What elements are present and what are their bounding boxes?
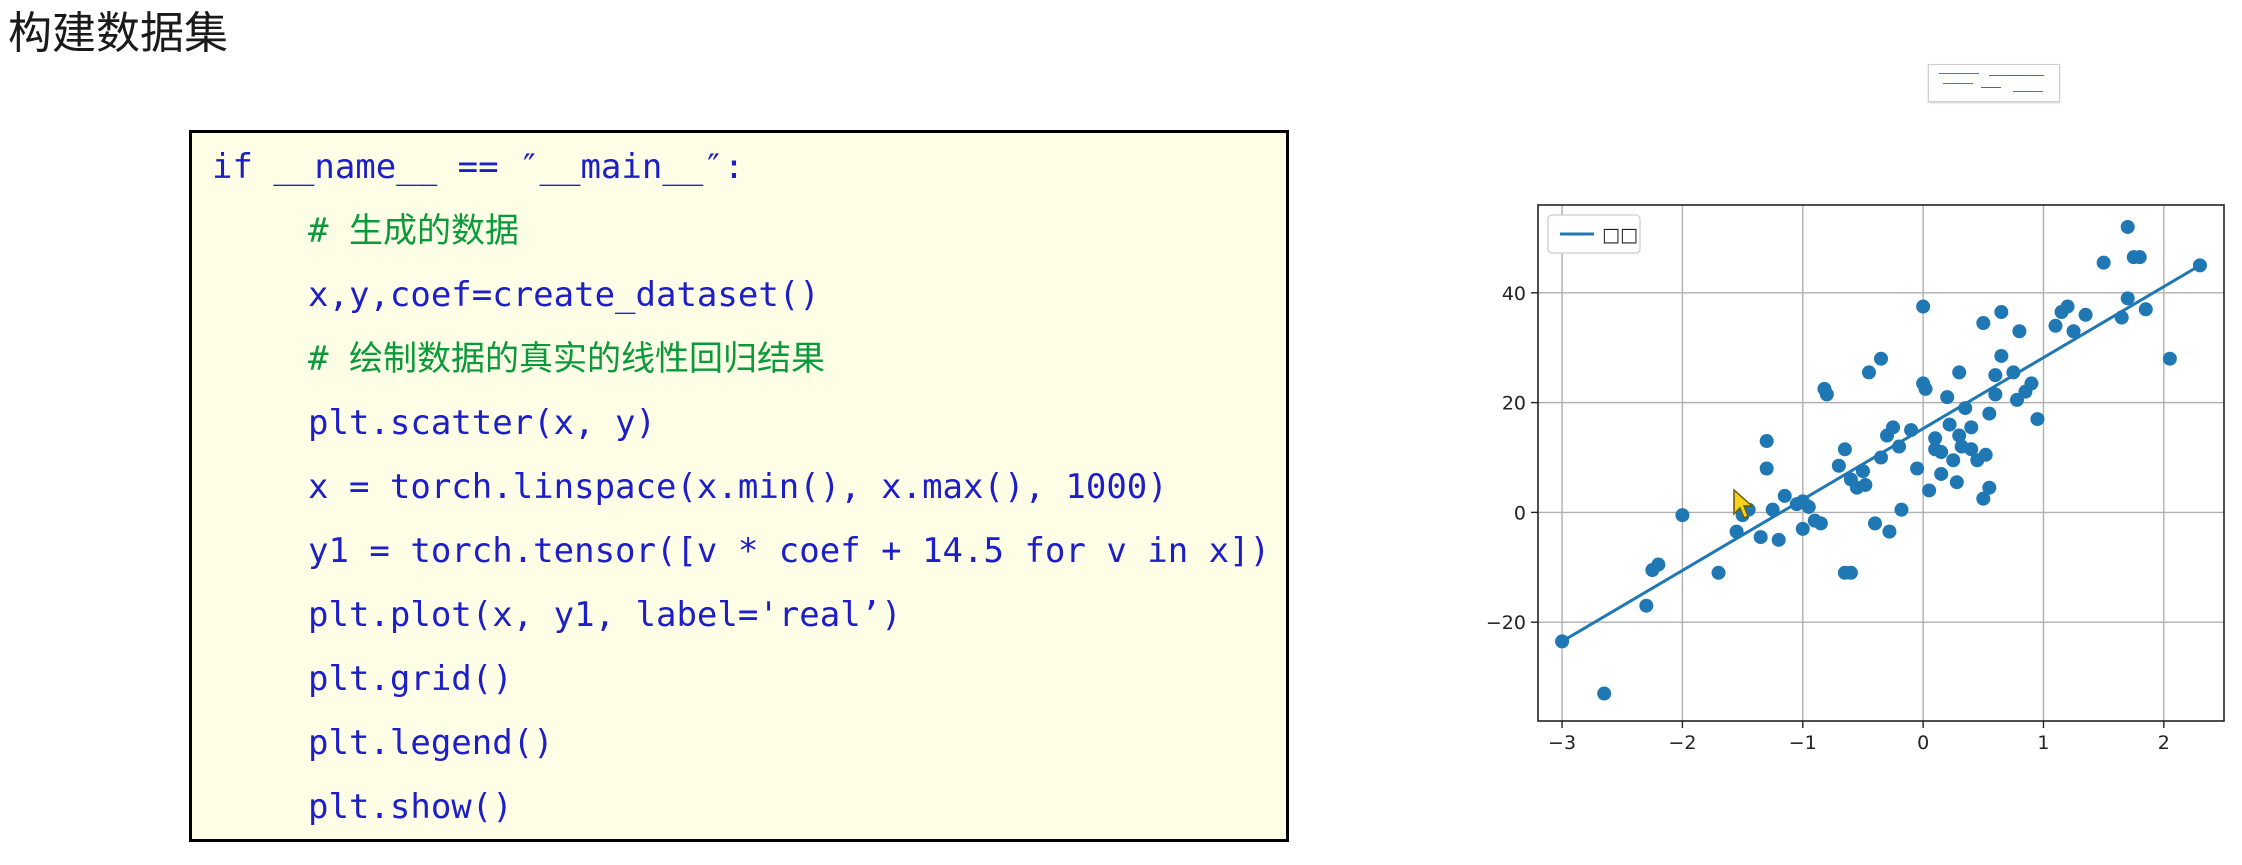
scatter-point [1928, 442, 1943, 457]
x-tick-label: 2 [2158, 732, 2170, 754]
scatter-point [2162, 351, 2177, 366]
scatter-point [2066, 324, 2081, 339]
scatter-chart: −3 −2 −1 0 1 2 −20 0 20 40 □□ [1486, 204, 2225, 754]
scatter-point [1729, 524, 1744, 539]
y-tick-label: 40 [1502, 283, 1526, 305]
scatter-point [1795, 521, 1810, 536]
scatter-point [1837, 565, 1852, 580]
x-tick-label: −3 [1548, 732, 1576, 754]
scatter-point [1934, 466, 1949, 481]
scatter-point [2192, 258, 2207, 273]
scatter-point [1882, 524, 1897, 539]
scatter-point [1949, 475, 1964, 490]
code-comment-line: # 绘制数据的真实的线性回归结果 [308, 339, 825, 379]
scatter-point [2114, 310, 2129, 325]
scatter-point [1597, 686, 1612, 701]
scatter-point [1831, 458, 1846, 473]
scatter-point [1942, 417, 1957, 432]
scatter-point [1753, 530, 1768, 545]
mouse-pointer-icon [1733, 488, 1754, 520]
scatter-point [1813, 516, 1828, 531]
y-tick-label: 0 [1514, 502, 1526, 524]
x-tick-label: 0 [1917, 732, 1929, 754]
x-tick-label: 1 [2037, 732, 2049, 754]
scatter-point [1886, 420, 1901, 435]
scatter-point [2120, 219, 2135, 234]
x-tick-label: −2 [1668, 732, 1696, 754]
scatter-point [2120, 291, 2135, 306]
scatter-point [1639, 598, 1654, 613]
scatter-point [1994, 305, 2009, 320]
scatter-point [2006, 365, 2021, 380]
scatter-point [1976, 316, 1991, 331]
scatter-point [2012, 324, 2027, 339]
scatter-point [1874, 351, 1888, 366]
scatter-point [1910, 461, 1925, 476]
scatter-point [1978, 447, 1993, 462]
scatter-point [1940, 390, 1955, 405]
scatter-point [1759, 461, 1774, 476]
scatter-point [1819, 387, 1834, 402]
scatter-point [1964, 420, 1979, 435]
scatter-point [1894, 502, 1909, 517]
code-line: plt.grid() [308, 659, 513, 699]
scatter-point [1651, 557, 1666, 572]
scatter-point [1922, 483, 1937, 498]
scatter-point [1675, 508, 1690, 523]
scatter-point [1874, 450, 1888, 465]
scatter-point [2060, 299, 2075, 314]
page-title: 构建数据集 [8, 8, 228, 59]
y-tick-label: 20 [1502, 393, 1526, 415]
scatter-point [1994, 348, 2009, 363]
scatter-point [1988, 368, 2003, 383]
scatter-point [2024, 376, 2039, 391]
scatter-point [1918, 381, 1933, 396]
scatter-point [1982, 480, 1997, 495]
scatter-point [2132, 250, 2147, 265]
scatter-point [1837, 442, 1852, 457]
code-line: plt.legend() [308, 723, 554, 763]
scatter-point [1765, 502, 1780, 517]
scatter-point [1982, 406, 1997, 421]
scatter-point [1759, 434, 1774, 449]
scatter-point [1555, 634, 1570, 649]
scatter-point [1711, 565, 1726, 580]
scatter-point [1952, 365, 1967, 380]
scatter-point [1858, 477, 1873, 492]
scatter-point [1801, 499, 1816, 514]
code-block: if __name__ == ″__main__″: # 生成的数据 x,y,coe… [189, 130, 1289, 842]
code-line: plt.plot(x, y1, label='real’) [308, 595, 902, 635]
scatter-point [1861, 365, 1876, 380]
scatter-point [2048, 318, 2063, 333]
scatter-point [2078, 307, 2093, 322]
scatter-point [1916, 299, 1931, 314]
scatter-point [1958, 401, 1973, 416]
scatter-point [1904, 423, 1919, 438]
x-tick-label: −1 [1789, 732, 1817, 754]
code-line: if __name__ == ″__main__″: [212, 147, 745, 187]
code-line: y1 = torch.tensor([v * coef + 14.5 for v… [308, 531, 1271, 571]
legend-label: □□ [1602, 224, 1638, 246]
code-comment-line: # 生成的数据 [308, 211, 519, 251]
code-line: plt.show() [308, 787, 513, 827]
scatter-point [2030, 412, 2045, 427]
scatter-point [1892, 439, 1907, 454]
y-tick-label: −20 [1486, 612, 1526, 634]
scatter-point [1777, 488, 1792, 503]
scatter-point [1946, 453, 1961, 468]
scatter-point [1867, 516, 1882, 531]
scatter-point [1855, 464, 1870, 479]
code-line: x,y,coef=create_dataset() [308, 275, 820, 315]
slide-thumbnail-icon[interactable] [1928, 64, 2060, 102]
code-line: plt.scatter(x, y) [308, 403, 656, 443]
scatter-point [1988, 387, 2003, 402]
scatter-point [1771, 532, 1786, 547]
code-line: x = torch.linspace(x.min(), x.max(), 100… [308, 467, 1168, 507]
scatter-point [2138, 302, 2153, 317]
scatter-point [2096, 255, 2111, 270]
